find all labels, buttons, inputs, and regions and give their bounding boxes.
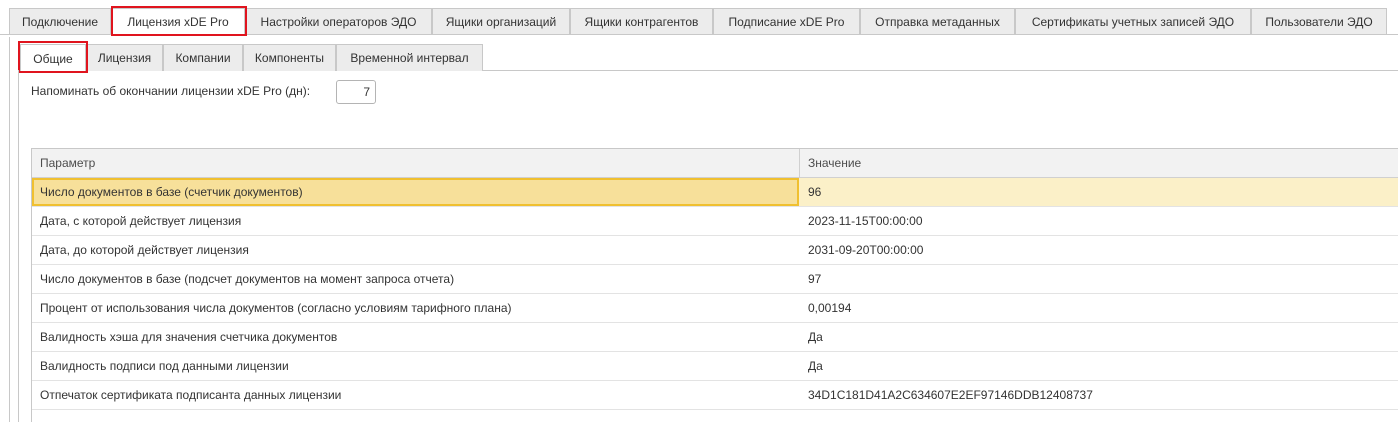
table-row[interactable]: Процент от использования числа документо… — [32, 294, 1398, 323]
table-row[interactable]: Отпечаток сертификата подписанта данных … — [32, 381, 1398, 410]
table-row[interactable]: Валидность хэша для значения счетчика до… — [32, 323, 1398, 352]
content-left-border — [18, 70, 19, 422]
table-row[interactable]: Валидность подписи под данными лицензии … — [32, 352, 1398, 381]
subtab-license[interactable]: Лицензия — [86, 44, 163, 71]
top-tab-bar: Подключение Лицензия xDE Pro Настройки о… — [0, 0, 1398, 37]
value-cell[interactable]: 2031-09-20T00:00:00 — [800, 236, 1398, 264]
subtab-companies[interactable]: Компании — [163, 44, 243, 71]
table-row[interactable]: Дата, до которой действует лицензия 2031… — [32, 236, 1398, 265]
value-cell[interactable]: 34D1C181D41A2C634607E2EF97146DDB12408737 — [800, 381, 1398, 409]
tab-organization-boxes[interactable]: Ящики организаций — [432, 8, 570, 34]
table-row[interactable]: Дата, с которой действует лицензия 2023-… — [32, 207, 1398, 236]
tab-metadata-sending[interactable]: Отправка метаданных — [860, 8, 1015, 34]
parameter-cell[interactable]: Число документов в базе (подсчет докумен… — [32, 265, 799, 293]
tab-label: Отправка метаданных — [875, 14, 1000, 29]
parameter-cell[interactable]: Число документов в базе (счетчик докумен… — [32, 178, 799, 206]
tab-label: Подключение — [21, 14, 99, 29]
subtab-label: Временной интервал — [350, 51, 469, 65]
tab-label: Настройки операторов ЭДО — [260, 14, 417, 29]
tab-label: Ящики организаций — [445, 14, 557, 29]
tab-label: Лицензия xDE Pro — [127, 15, 229, 29]
parameter-cell[interactable]: Валидность хэша для значения счетчика до… — [32, 323, 799, 351]
value-cell[interactable]: 97 — [800, 265, 1398, 293]
subtab-general[interactable]: Общие — [20, 44, 86, 72]
subtab-components[interactable]: Компоненты — [243, 44, 336, 71]
sub-tab-bar: Общие Лицензия Компании Компоненты Време… — [0, 37, 1398, 73]
parameter-cell[interactable]: Отпечаток сертификата подписанта данных … — [32, 381, 799, 409]
reminder-days-label: Напоминать об окончании лицензии xDE Pro… — [31, 84, 311, 98]
value-cell[interactable]: Да — [800, 323, 1398, 351]
subtab-time-interval[interactable]: Временной интервал — [336, 44, 483, 71]
tab-label: Сертификаты учетных записей ЭДО — [1031, 14, 1235, 29]
tab-edo-operators-settings[interactable]: Настройки операторов ЭДО — [245, 8, 432, 34]
column-header-parameter[interactable]: Параметр — [32, 149, 799, 177]
tab-edo-users[interactable]: Пользователи ЭДО — [1251, 8, 1387, 34]
parameter-cell[interactable]: Процент от использования числа документо… — [32, 294, 799, 322]
value-cell[interactable]: 0,00194 — [800, 294, 1398, 322]
table-row[interactable]: Число документов в базе (подсчет докумен… — [32, 265, 1398, 294]
license-parameters-table: Параметр Значение Число документов в баз… — [31, 148, 1398, 422]
subtab-label: Компоненты — [254, 51, 325, 65]
tab-license-xde-pro[interactable]: Лицензия xDE Pro — [111, 8, 245, 35]
tab-edo-account-certificates[interactable]: Сертификаты учетных записей ЭДО — [1015, 8, 1251, 34]
tab-signing-xde-pro[interactable]: Подписание xDE Pro — [713, 8, 860, 34]
tab-label: Ящики контрагентов — [584, 14, 699, 29]
subtab-label: Лицензия — [97, 51, 152, 65]
parameter-cell[interactable]: Дата, с которой действует лицензия — [32, 207, 799, 235]
column-header-value[interactable]: Значение — [800, 149, 1398, 177]
value-cell[interactable]: Да — [800, 352, 1398, 380]
value-cell[interactable]: 96 — [800, 178, 1398, 206]
reminder-days-input[interactable] — [336, 80, 376, 104]
tab-label: Подписание xDE Pro — [728, 14, 845, 29]
table-header: Параметр Значение — [32, 149, 1398, 178]
tab-counterparty-boxes[interactable]: Ящики контрагентов — [570, 8, 713, 34]
tab-connection[interactable]: Подключение — [9, 8, 111, 34]
parameter-cell[interactable]: Валидность подписи под данными лицензии — [32, 352, 799, 380]
subtab-label: Компании — [175, 51, 231, 65]
subtab-label: Общие — [33, 51, 73, 66]
table-row[interactable]: Число документов в базе (счетчик докумен… — [32, 178, 1398, 207]
parameter-cell[interactable]: Дата, до которой действует лицензия — [32, 236, 799, 264]
value-cell[interactable]: 2023-11-15T00:00:00 — [800, 207, 1398, 235]
tab-label: Пользователи ЭДО — [1265, 14, 1373, 29]
